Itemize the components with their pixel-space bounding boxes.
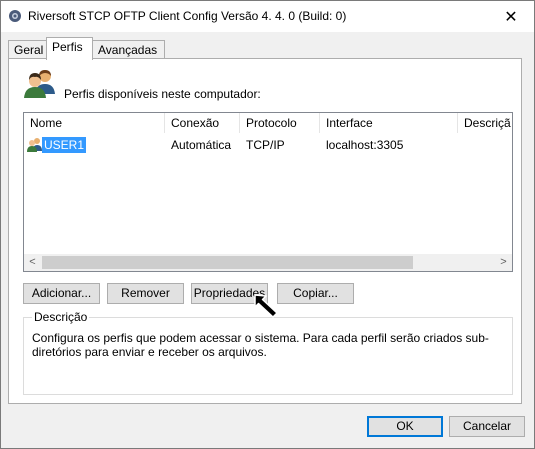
ok-button[interactable]: OK <box>367 416 443 437</box>
scroll-left-icon[interactable]: < <box>24 254 41 271</box>
description-text: Configura os perfis que podem acessar o … <box>32 331 489 359</box>
column-header-connection[interactable]: Conexão <box>165 113 240 133</box>
column-header-protocol[interactable]: Protocolo <box>240 113 320 133</box>
title-bar[interactable]: Riversoft STCP OFTP Client Config Versão… <box>1 1 534 32</box>
description-group: Descrição Configura os perfis que podem … <box>23 310 513 395</box>
row-name-cell: USER1 <box>27 136 87 154</box>
copy-button[interactable]: Copiar... <box>277 283 354 304</box>
tab-perfis[interactable]: Perfis <box>46 37 93 60</box>
column-header-interface[interactable]: Interface <box>320 113 458 133</box>
scroll-right-icon[interactable]: > <box>495 254 512 271</box>
remove-button[interactable]: Remover <box>107 283 184 304</box>
close-icon: ✕ <box>504 8 518 26</box>
cancel-button[interactable]: Cancelar <box>449 416 525 437</box>
users-icon <box>24 70 55 98</box>
user-icon <box>27 138 42 152</box>
profiles-list[interactable]: Nome Conexão Protocolo Interface Descriç… <box>23 112 513 272</box>
add-button[interactable]: Adicionar... <box>23 283 100 304</box>
tab-geral[interactable]: Geral <box>8 40 47 58</box>
gear-icon <box>9 10 21 22</box>
user-name: USER1 <box>42 137 87 153</box>
close-button[interactable]: ✕ <box>488 1 534 32</box>
tab-avancadas[interactable]: Avançadas <box>92 40 165 58</box>
row-protocol: TCP/IP <box>246 138 285 152</box>
column-header-description[interactable]: Descriçã <box>458 113 512 133</box>
table-row[interactable]: USER1 Automática TCP/IP localhost:3305 <box>24 136 512 154</box>
column-header-name[interactable]: Nome <box>24 113 165 133</box>
window-title: Riversoft STCP OFTP Client Config Versão… <box>28 9 347 23</box>
description-title: Descrição <box>32 310 90 324</box>
row-connection: Automática <box>171 138 232 152</box>
list-header: Nome Conexão Protocolo Interface Descriç… <box>24 113 512 133</box>
scrollbar-thumb[interactable] <box>42 256 413 269</box>
arrow-cursor-icon <box>254 294 278 318</box>
profiles-label: Perfis disponíveis neste computador: <box>64 87 261 101</box>
config-window: Riversoft STCP OFTP Client Config Versão… <box>0 0 535 449</box>
profiles-panel: Perfis disponíveis neste computador: Nom… <box>8 58 522 404</box>
horizontal-scrollbar[interactable]: < > <box>24 254 512 271</box>
row-interface: localhost:3305 <box>326 138 404 152</box>
